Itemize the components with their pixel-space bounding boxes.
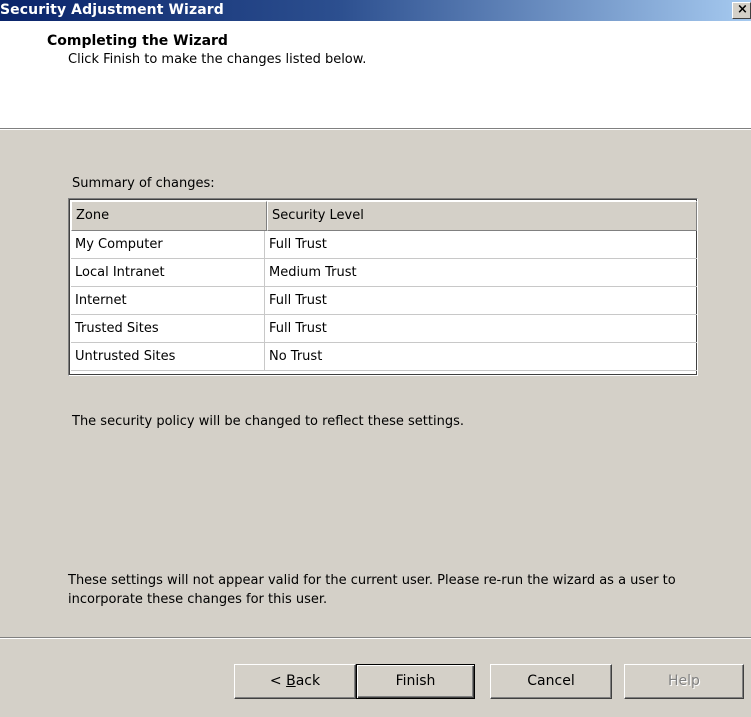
table-row[interactable]: My Computer Full Trust <box>71 231 697 259</box>
column-header-zone[interactable]: Zone <box>71 201 267 231</box>
zone-cell: Local Intranet <box>71 259 265 287</box>
user-warning-text: These settings will not appear valid for… <box>68 573 676 607</box>
column-header-security-level[interactable]: Security Level <box>267 201 697 231</box>
title-bar[interactable]: Security Adjustment Wizard × <box>0 0 751 21</box>
window-title: Security Adjustment Wizard <box>0 2 224 18</box>
table-row[interactable]: Trusted Sites Full Trust <box>71 315 697 343</box>
security-level-cell: Full Trust <box>265 315 697 343</box>
zone-cell: Internet <box>71 287 265 315</box>
help-button[interactable]: Help <box>624 664 744 699</box>
button-separator-highlight <box>0 638 751 639</box>
page-subtitle: Click Finish to make the changes listed … <box>68 52 367 67</box>
zone-cell: My Computer <box>71 231 265 259</box>
page-title: Completing the Wizard <box>47 33 228 49</box>
policy-info-text: The security policy will be changed to r… <box>72 414 464 429</box>
back-button-mnemonic: B <box>286 673 296 689</box>
cancel-button[interactable]: Cancel <box>490 664 612 699</box>
zone-cell: Untrusted Sites <box>71 343 265 371</box>
summary-list-body: Zone Security Level My Computer Full Tru… <box>71 201 697 373</box>
security-level-cell: Medium Trust <box>265 259 697 287</box>
table-row[interactable]: Internet Full Trust <box>71 287 697 315</box>
security-level-cell: No Trust <box>265 343 697 371</box>
zone-cell: Trusted Sites <box>71 315 265 343</box>
back-button-prefix: < <box>269 673 287 689</box>
security-level-cell: Full Trust <box>265 231 697 259</box>
table-row[interactable]: Untrusted Sites No Trust <box>71 343 697 371</box>
back-button[interactable]: < Back <box>234 664 356 699</box>
back-button-label: ack <box>295 673 321 689</box>
header-divider <box>0 129 751 130</box>
close-icon: × <box>737 2 748 17</box>
security-adjustment-wizard-dialog: Security Adjustment Wizard × Completing … <box>0 0 751 717</box>
summary-list[interactable]: Zone Security Level My Computer Full Tru… <box>68 198 698 376</box>
security-level-cell: Full Trust <box>265 287 697 315</box>
finish-button[interactable]: Finish <box>356 664 475 699</box>
close-button[interactable]: × <box>732 2 751 19</box>
table-row[interactable]: Local Intranet Medium Trust <box>71 259 697 287</box>
summary-label: Summary of changes: <box>72 176 215 191</box>
